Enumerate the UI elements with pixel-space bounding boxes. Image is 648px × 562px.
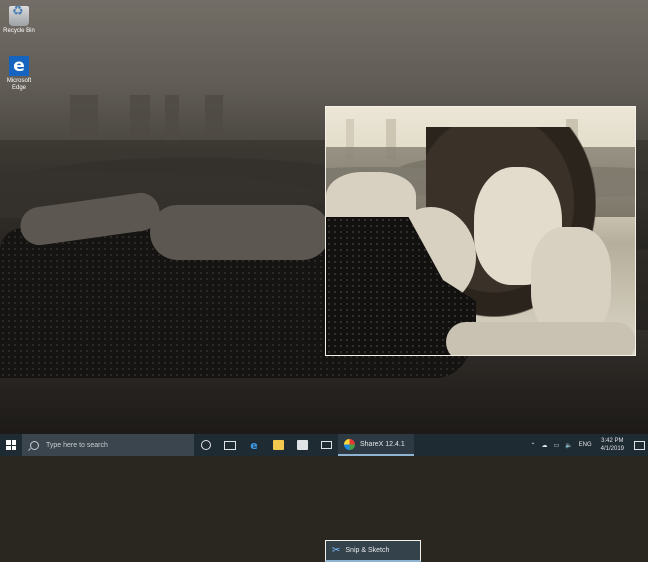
clock-time: 3:42 PM xyxy=(601,438,624,444)
chevron-up-icon[interactable]: ⌃ xyxy=(530,442,535,449)
search-placeholder: Type here to search xyxy=(46,441,108,449)
system-tray: ⌃ ☁ ▭ 🔈 ENG 3:42 PM 4/1/2019 xyxy=(527,434,648,456)
mail-button[interactable] xyxy=(314,434,338,456)
clock-date: 4/1/2019 xyxy=(600,446,624,452)
cortana-circle-icon xyxy=(201,440,211,450)
recycle-bin-label: Recycle Bin xyxy=(3,28,35,34)
network-icon[interactable]: ▭ xyxy=(553,442,559,449)
language-indicator[interactable]: ENG xyxy=(579,442,592,448)
edge-icon: e xyxy=(9,56,29,76)
edge-icon: e xyxy=(250,438,258,452)
file-explorer-button[interactable] xyxy=(266,434,290,456)
mail-icon xyxy=(320,441,332,449)
task-view-icon xyxy=(224,440,236,450)
taskbar: Type here to search e ShareX 12.4.1 ✂ Sn… xyxy=(0,434,648,562)
search-icon xyxy=(30,440,39,450)
cortana-button[interactable] xyxy=(194,434,218,456)
store-button[interactable] xyxy=(290,434,314,456)
recycle-bin-shortcut[interactable]: Recycle Bin xyxy=(3,6,35,35)
snip-selection-region[interactable] xyxy=(325,106,636,356)
folder-icon xyxy=(272,440,284,450)
taskbar-app-sharex[interactable]: ShareX 12.4.1 xyxy=(338,434,414,456)
cloud-icon[interactable]: ☁ xyxy=(541,442,547,449)
edge-shortcut[interactable]: e Microsoft Edge xyxy=(3,56,35,92)
sharex-label: ShareX 12.4.1 xyxy=(360,440,405,448)
volume-icon[interactable]: 🔈 xyxy=(565,442,572,449)
snip-sketch-icon: ✂ xyxy=(332,545,341,556)
action-center-button[interactable] xyxy=(630,434,648,456)
edge-label: Microsoft Edge xyxy=(6,78,32,91)
store-bag-icon xyxy=(296,440,308,450)
taskbar-edge-button[interactable]: e xyxy=(242,434,266,456)
taskbar-app-snip-sketch[interactable]: ✂ Snip & Sketch xyxy=(325,540,421,562)
recycle-bin-icon xyxy=(9,6,29,26)
clock[interactable]: 3:42 PM 4/1/2019 xyxy=(601,437,624,453)
windows-logo-icon xyxy=(6,440,16,450)
snip-sketch-label: Snip & Sketch xyxy=(345,547,390,554)
task-view-button[interactable] xyxy=(218,434,242,456)
start-button[interactable] xyxy=(0,434,22,456)
taskbar-search-box[interactable]: Type here to search xyxy=(22,434,194,456)
sharex-icon xyxy=(344,438,355,450)
notification-icon xyxy=(633,440,645,450)
